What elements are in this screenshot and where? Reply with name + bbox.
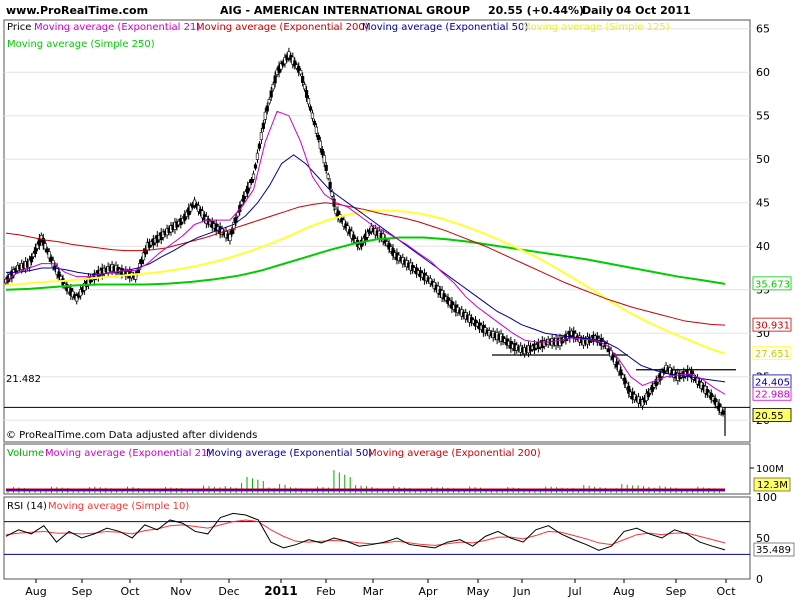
x-label-jun: Jun [512,585,530,598]
badge-price: 20.55 [755,411,784,422]
price-candle-body [304,90,309,98]
price-candle-body [43,243,47,250]
price-candle-body [263,111,267,120]
legend-ema21: Moving average (Exponential 21) [34,22,200,33]
price-candle-body [249,178,254,184]
volume-badge: 12.3M [757,480,788,491]
x-label-y2011: 2011 [264,584,297,598]
legend-sma125: Moving average (Simple 125) [522,22,670,33]
x-label-oct2: Oct [716,585,736,598]
price-candle-body [721,410,725,415]
legend-price: Price [7,22,31,33]
x-label-sep2: Sep [666,585,687,598]
price-candle-body [326,174,330,179]
badge-ema50: 24.405 [755,377,790,388]
price-candle-body [303,84,307,90]
symbol-title: AIG - AMERICAN INTERNATIONAL GROUP [220,4,470,17]
price-candle-body [306,98,311,105]
site-title: www.ProRealTime.com [6,4,148,17]
quote-value: 20.55 (+0.44%) [488,4,584,17]
legend-rsi: RSI (14) [7,501,47,512]
x-label-oct: Oct [120,585,140,598]
price-candle-body [316,134,320,141]
price-candle-body [310,112,315,119]
price-candle-body [257,143,262,149]
price-candle-body [230,229,234,235]
x-label-jul: Jul [567,585,581,598]
volume-tick-100m: 100M [756,464,784,475]
price-candle-body [267,99,271,104]
price-candle-body [251,173,256,180]
badge-sma125: 27.651 [755,349,790,360]
badge-ema200: 30.931 [755,321,790,332]
rsi-badge: 35.489 [756,545,791,556]
hline-label: 21.482 [6,374,41,385]
price-candle-body [314,126,318,134]
price-candle-body [318,140,322,149]
legend-vol-ema21: Moving average (Exponential 21) [45,448,211,459]
period-label: Daily [582,4,613,17]
price-candle-body [259,132,263,140]
price-candle-body [299,70,303,75]
footer-note: © ProRealTime.com Data adjusted after di… [6,430,257,441]
price-candle-body [228,234,232,241]
price-y-axis: 20253035404550556065 [756,23,770,428]
x-label-sep: Sep [72,585,93,598]
rsi-tick-label: 100 [756,491,777,504]
badge-ema21: 22.988 [755,390,790,401]
badge-sma250: 35.673 [755,279,790,290]
x-label-feb: Feb [316,585,335,598]
price-candle-body [269,90,273,98]
price-candle-body [308,106,313,111]
price-candle-body [253,164,258,169]
price-candle-body [29,256,34,263]
x-label-nov: Nov [170,585,192,598]
date-label: 04 Oct 2011 [616,4,691,17]
legend-vol-ema200: Moving average (Exponential 200) [368,448,541,459]
price-candle-body [271,84,275,90]
price-candle-body [273,75,277,84]
rsi-tick-label: 0 [756,573,763,586]
x-label-aug2: Aug [613,585,634,598]
legend-ema200: Moving average (Exponential 200) [196,22,369,33]
legend-sma250: Moving average (Simple 250) [7,39,155,50]
price-tick-label: 45 [756,197,770,210]
price-candle-body [328,181,332,189]
x-axis: Aug Sep Oct Nov Dec 2011 Feb Mar Apr May Jun Jul Aug… [25,579,736,598]
price-tick-label: 60 [756,66,770,79]
stock-chart: www.ProRealTime.com AIG - AMERICAN INTER… [3,4,795,598]
x-label-aug: Aug [25,585,46,598]
legend-volume: Volume [7,448,44,459]
price-tick-label: 40 [756,240,770,253]
x-label-may: May [467,585,490,598]
price-tick-label: 55 [756,110,770,123]
price-tick-label: 65 [756,23,770,36]
price-candle-body [324,164,328,171]
x-label-mar: Mar [363,585,384,598]
legend-vol-ema50: Moving average (Exponential 50) [206,448,372,459]
price-candle-body [619,369,623,376]
price-candle-body [301,76,305,83]
price-candle-body [247,182,252,189]
price-candle-body [322,155,326,164]
x-label-dec: Dec [218,585,239,598]
legend-rsi-ma: Moving average (Simple 10) [48,501,189,512]
price-candle-body [255,152,260,160]
price-tick-label: 50 [756,153,770,166]
rsi-y-axis: 050100 [756,491,777,586]
x-label-apr: Apr [418,585,438,598]
price-candle-body [320,148,324,155]
price-candle-body [265,105,269,112]
legend-ema50: Moving average (Exponential 50) [362,22,528,33]
price-candle-body [312,120,317,126]
price-badges: 35.673 30.931 27.651 24.405 22.988 20.55 [752,276,792,422]
price-candle-body [261,122,265,129]
